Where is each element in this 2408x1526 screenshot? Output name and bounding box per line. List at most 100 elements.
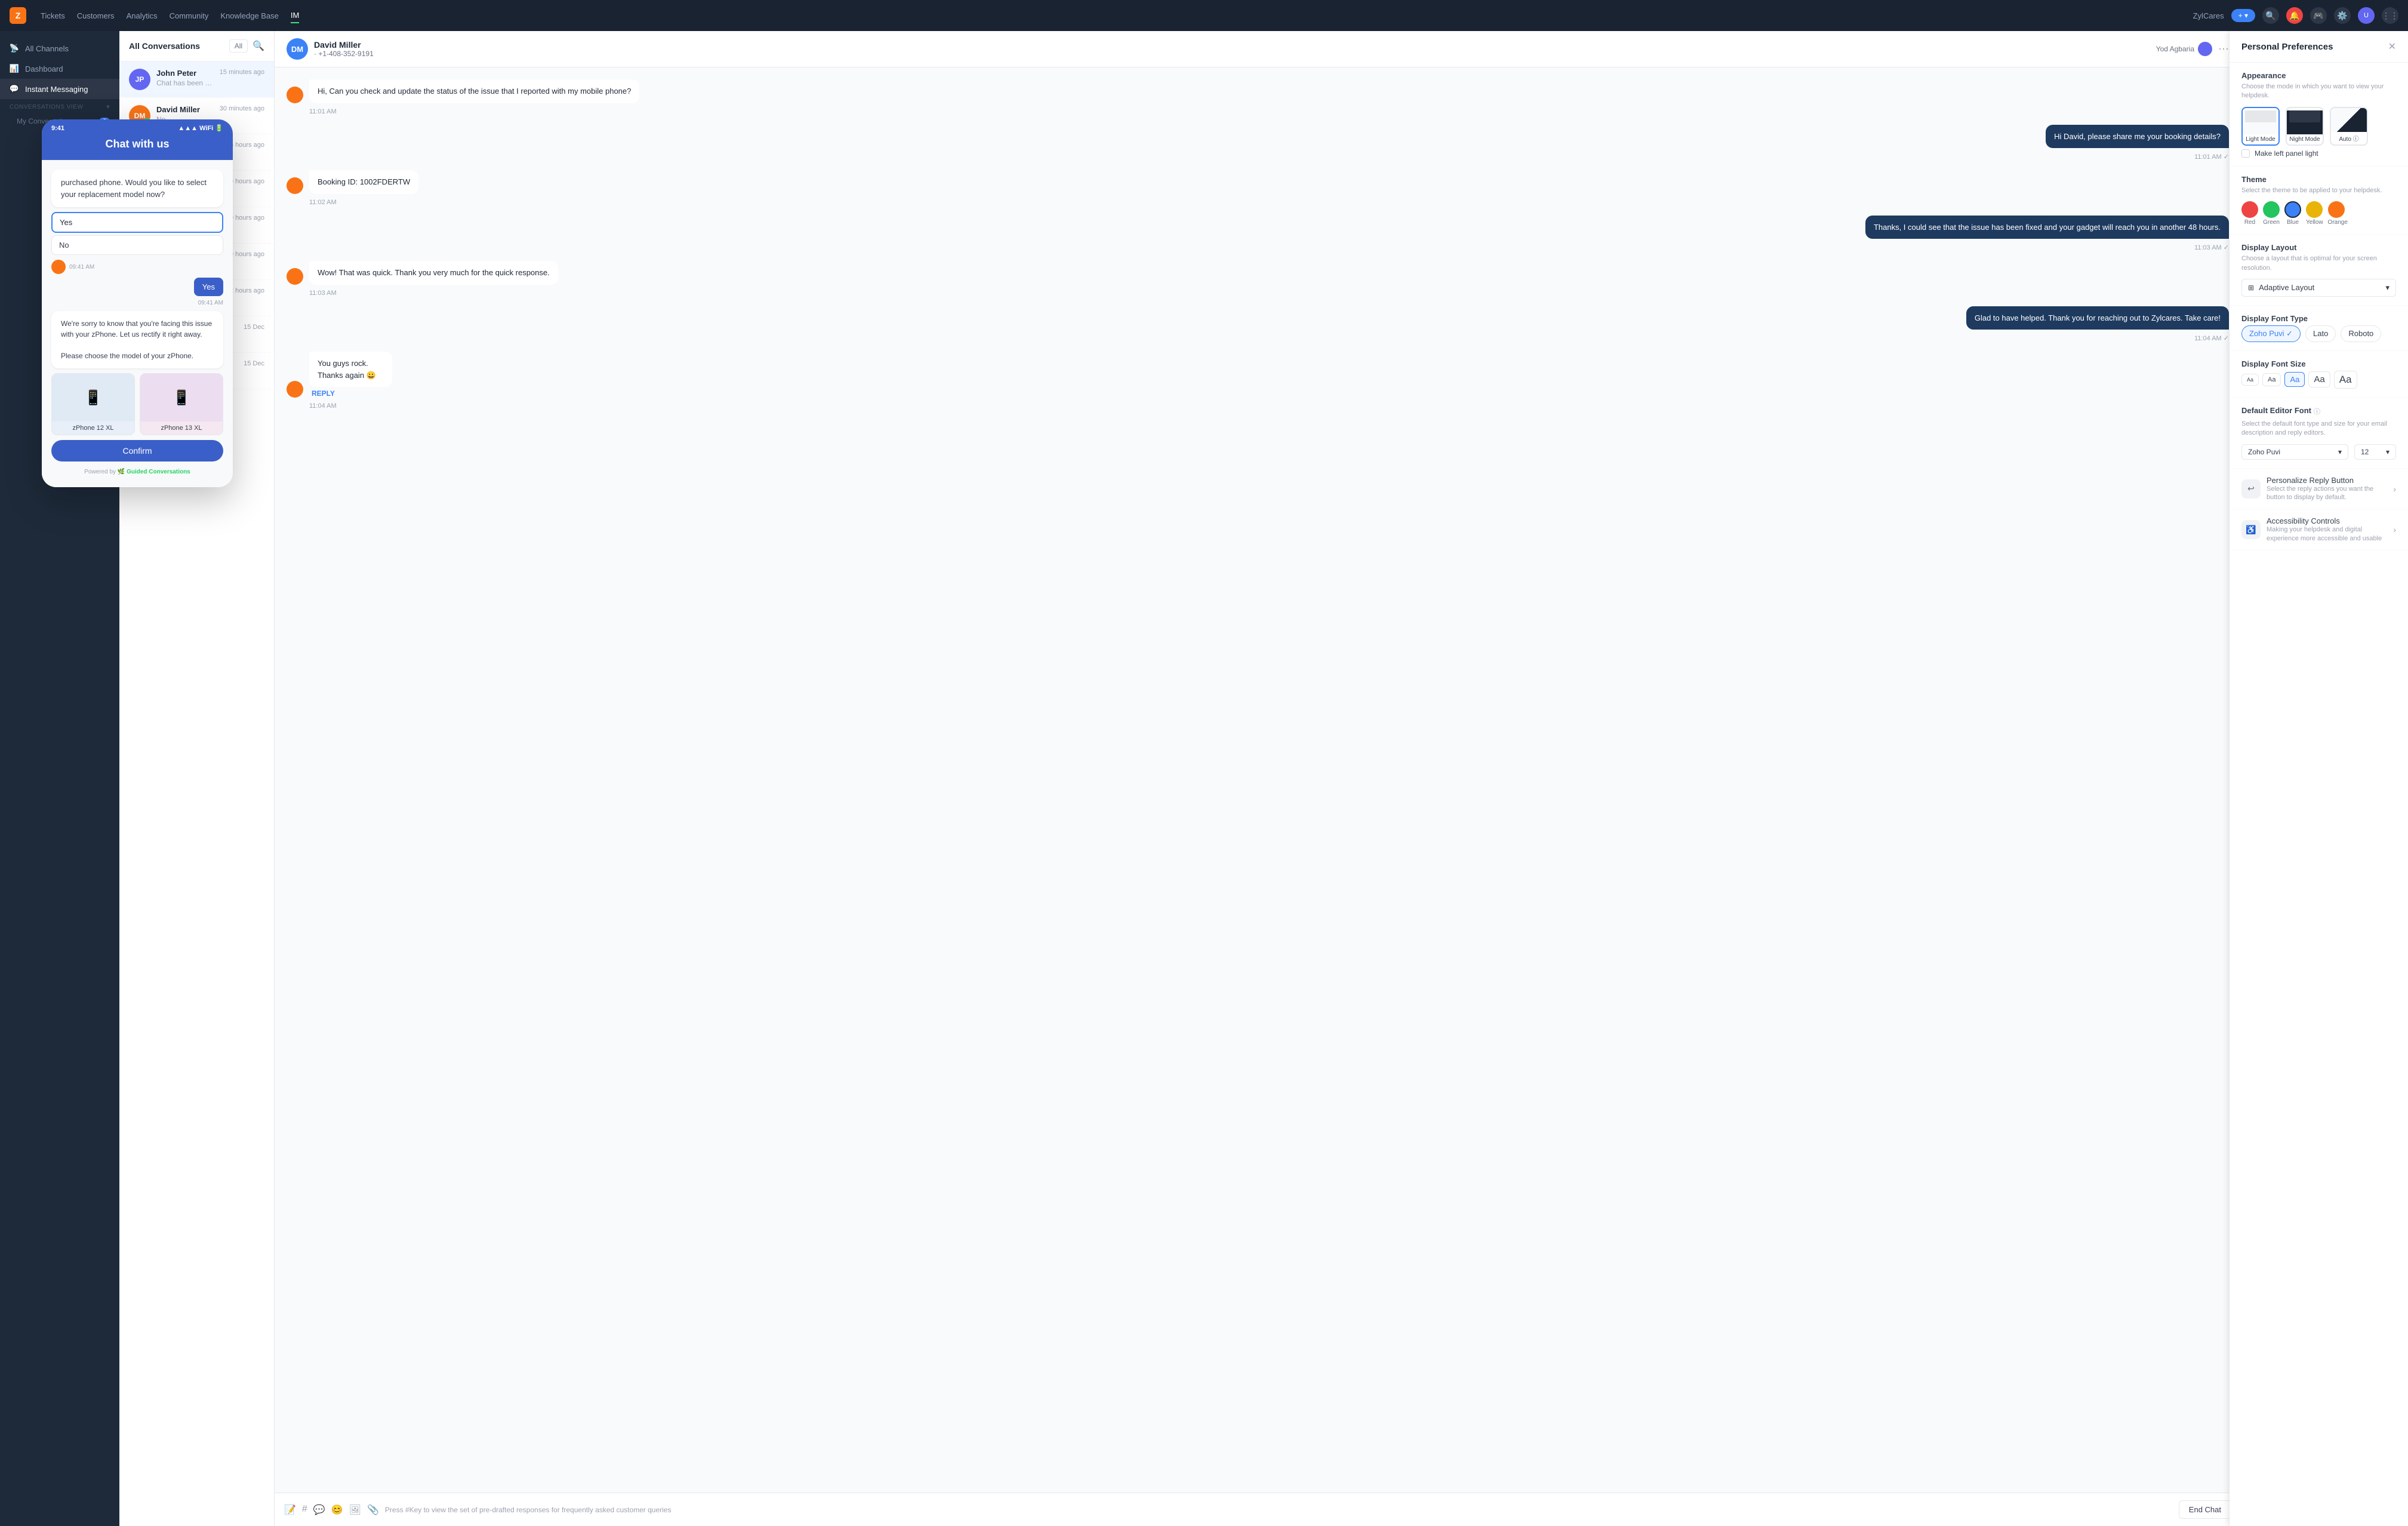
all-channels-icon: 📡 [10,44,19,53]
nav-link-tickets[interactable]: Tickets [41,9,65,23]
preferences-close-button[interactable]: ✕ [2388,41,2396,53]
editor-font-header: Default Editor Font ⓘ [2241,406,2396,417]
editor-font-size-value: 12 [2361,448,2369,456]
reply-button[interactable]: REPLY [309,389,437,398]
editor-font-desc: Select the default font type and size fo… [2241,420,2396,438]
color-blue[interactable] [2284,201,2301,218]
theme-light-mode[interactable]: Light Mode [2241,107,2280,146]
sidebar-label-all-channels: All Channels [25,44,69,53]
hashtag-icon[interactable]: # [302,1504,307,1516]
mobile-agent-row: 09:41 AM [51,260,223,274]
nav-avatar[interactable]: U [2358,7,2375,24]
color-green[interactable] [2263,201,2280,218]
phone-name-12xl: zPhone 12 XL [52,422,134,435]
color-orange[interactable] [2328,201,2345,218]
nav-right: ZylCares + ▾ 🔍 🔔 🎮 ⚙️ U ⋮⋮ [2193,7,2398,24]
editor-font-value: Zoho Puvi [2248,448,2280,456]
font-lato[interactable]: Lato [2305,325,2336,342]
color-orange-label: Orange [2328,219,2348,226]
color-red[interactable] [2241,201,2258,218]
color-green-item: Green [2263,201,2280,226]
emoji-icon[interactable]: 😊 [331,1504,343,1516]
layout-select-inner: ⊞ Adaptive Layout [2248,283,2314,292]
attachment-icon[interactable]: 📎 [367,1504,379,1516]
format-icon[interactable]: 📝 [284,1504,296,1516]
font-size-md[interactable]: Aa [2284,372,2305,387]
color-yellow[interactable] [2306,201,2323,218]
msg-avatar-customer-7 [287,381,303,398]
sidebar-item-dashboard[interactable]: 📊 Dashboard [0,59,119,79]
nav-settings-icon[interactable]: ⚙️ [2334,7,2351,24]
editor-font-size-select[interactable]: 12 ▾ [2354,444,2396,460]
mobile-no-option[interactable]: No [51,235,223,255]
chat-input-icons: 📝 # 💬 😊 🖼 📎 [284,1504,379,1516]
font-size-xs[interactable]: Aa [2241,374,2259,386]
font-roboto[interactable]: Roboto [2341,325,2381,342]
msg-group-7: You guys rock. Thanks again 😀 REPLY 11:0… [287,352,2229,410]
guided-conversations-brand: 🌿 Guided Conversations [118,469,190,475]
chat-more-options-icon[interactable]: ⋯ [2218,43,2229,56]
color-yellow-item: Yellow [2306,201,2323,226]
nav-link-customers[interactable]: Customers [77,9,115,23]
mobile-chat-header: Chat with us [42,132,233,160]
layout-select-dropdown[interactable]: ⊞ Adaptive Layout ▾ [2241,279,2396,297]
conv-time-3: 6 hours ago [230,141,264,163]
mobile-signal-icons: ▲▲▲ WiFi 🔋 [178,124,223,132]
mobile-agent-icon [51,260,66,274]
font-type-title: Display Font Type [2241,314,2396,323]
powered-by: Powered by 🌿 Guided Conversations [51,466,223,478]
layout-selected-label: Adaptive Layout [2259,283,2314,292]
nav-add-button[interactable]: + ▾ [2231,9,2255,22]
conv-time-5: 9 hours ago [230,214,264,236]
mobile-yes-input[interactable]: Yes [51,212,223,233]
left-panel-checkbox[interactable] [2241,149,2250,158]
nav-link-analytics[interactable]: Analytics [127,9,158,23]
confirm-button[interactable]: Confirm [51,440,223,462]
sidebar-item-instant-messaging[interactable]: 💬 Instant Messaging [0,79,119,99]
sidebar-item-all-channels[interactable]: 📡 All Channels [0,38,119,59]
nav-search-icon[interactable]: 🔍 [2262,7,2279,24]
end-chat-button[interactable]: End Chat [2179,1500,2231,1519]
font-size-xl[interactable]: Aa [2334,371,2357,389]
logo[interactable]: Z [10,7,26,24]
msg-bubble-1: Hi, Can you check and update the status … [309,79,639,103]
nav-games-icon[interactable]: 🎮 [2310,7,2327,24]
filter-all-button[interactable]: All [229,39,248,53]
phone-images: 📱 zPhone 12 XL 📱 zPhone 13 XL [51,373,223,435]
chat-messages: Hi, Can you check and update the status … [275,67,2241,1493]
phone-card-13xl[interactable]: 📱 zPhone 13 XL [140,373,223,435]
chat-area: DM David Miller · +1-408-352-9191 Yod Ag… [275,31,2241,1526]
personalize-reply-button-item[interactable]: ↩ Personalize Reply Button Select the re… [2230,469,2408,510]
light-mode-label: Light Mode [2243,134,2278,144]
whatsapp-icon[interactable]: 💬 [313,1504,325,1516]
msg-avatar-customer [287,87,303,103]
font-size-sm[interactable]: Aa [2262,373,2281,386]
accessibility-controls-item[interactable]: ♿ Accessibility Controls Making your hel… [2230,509,2408,550]
theme-auto-mode[interactable]: Auto ⓘ [2330,107,2368,146]
chat-input-bar: 📝 # 💬 😊 🖼 📎 Press #Key to view the set o… [275,1493,2241,1526]
editor-font-select[interactable]: Zoho Puvi ▾ [2241,444,2348,460]
accessibility-controls-title: Accessibility Controls [2267,516,2387,525]
msg-group-6: Glad to have helped. Thank you for reach… [287,306,2229,343]
conv-item-john-peter[interactable]: JP John Peter Chat has been ended 15 min… [119,61,274,98]
nav-notifications-icon[interactable]: 🔔 [2286,7,2303,24]
theme-night-mode[interactable]: Night Mode [2286,107,2324,146]
image-icon[interactable]: 🖼 [349,1504,361,1516]
theme-color-options: Red Green Blue Yellow Orange [2241,201,2396,226]
font-zoho-puvi[interactable]: Zoho Puvi ✓ [2241,325,2301,342]
nav-link-knowledge-base[interactable]: Knowledge Base [220,9,279,23]
msg-bubble-6: Glad to have helped. Thank you for reach… [1966,306,2229,330]
font-size-lg[interactable]: Aa [2308,371,2330,387]
search-icon[interactable]: 🔍 [252,40,264,52]
mobile-bubble-1: purchased phone. Would you like to selec… [51,170,223,207]
msg-time-6: 11:04 AM ✓ [2194,334,2229,342]
phone-card-12xl[interactable]: 📱 zPhone 12 XL [51,373,135,435]
msg-group-4: Thanks, I could see that the issue has b… [287,216,2229,252]
chat-name-phone: David Miller · +1-408-352-9191 [314,40,374,58]
phone-img-12xl: 📱 [52,374,134,422]
nav-link-im[interactable]: IM [291,8,299,23]
color-red-item: Red [2241,201,2258,226]
personalize-reply-info: Personalize Reply Button Select the repl… [2267,476,2387,502]
nav-grid-icon[interactable]: ⋮⋮ [2382,7,2398,24]
nav-link-community[interactable]: Community [170,9,209,23]
